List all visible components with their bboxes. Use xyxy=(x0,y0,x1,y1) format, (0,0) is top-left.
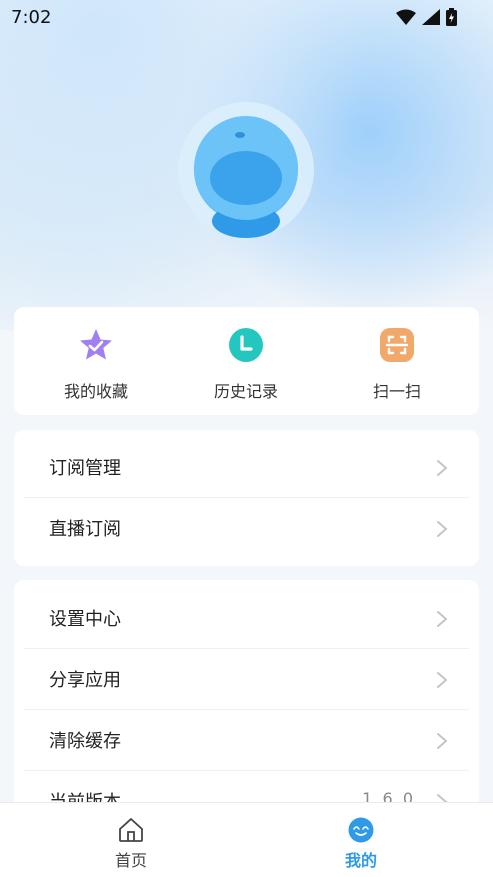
wifi-icon xyxy=(396,9,416,25)
quick-action-label: 历史记录 xyxy=(213,382,278,401)
status-icons xyxy=(396,8,457,26)
quick-actions-card: 我的收藏 历史记录 扫一扫 xyxy=(14,307,479,415)
menu-card-settings: 设置中心 分享应用 清除缓存 当前版本 1. 6. 0 xyxy=(14,580,479,830)
quick-action-label: 扫一扫 xyxy=(372,382,421,401)
menu-item-clear-cache[interactable]: 清除缓存 xyxy=(24,710,469,771)
quick-action-scan[interactable]: 扫一扫 xyxy=(322,307,472,415)
menu-item-label: 分享应用 xyxy=(49,670,121,691)
tab-mine[interactable]: 我的 xyxy=(296,803,426,877)
quick-action-label: 我的收藏 xyxy=(63,382,128,401)
chevron-right-icon xyxy=(437,460,448,476)
tab-label: 首页 xyxy=(114,851,147,870)
chevron-right-icon xyxy=(437,733,448,749)
chevron-right-icon xyxy=(437,672,448,688)
menu-card-subscriptions: 订阅管理 直播订阅 xyxy=(14,430,479,566)
status-bar: 7:02 xyxy=(0,0,493,34)
tab-label: 我的 xyxy=(344,851,377,870)
user-avatar[interactable] xyxy=(178,102,314,238)
status-time: 7:02 xyxy=(11,7,52,28)
menu-item-label: 订阅管理 xyxy=(49,458,121,479)
signal-icon xyxy=(422,9,440,25)
star-icon xyxy=(80,329,112,360)
menu-item-label: 设置中心 xyxy=(49,609,121,630)
menu-item-subscription-management[interactable]: 订阅管理 xyxy=(24,437,469,498)
battery-icon xyxy=(446,8,457,26)
home-icon xyxy=(119,818,143,842)
avatar-robot-icon xyxy=(194,116,298,238)
quick-action-history[interactable]: 历史记录 xyxy=(171,307,321,415)
menu-item-label: 直播订阅 xyxy=(49,519,121,540)
menu-item-live-subscription[interactable]: 直播订阅 xyxy=(24,498,469,559)
smiley-icon xyxy=(348,817,374,843)
menu-item-label: 清除缓存 xyxy=(49,731,121,752)
chevron-right-icon xyxy=(437,521,448,537)
chevron-right-icon xyxy=(437,611,448,627)
bottom-tab-bar: 首页 我的 xyxy=(0,802,493,877)
tab-home[interactable]: 首页 xyxy=(66,803,196,877)
menu-item-settings[interactable]: 设置中心 xyxy=(24,588,469,649)
scan-icon xyxy=(380,328,414,362)
menu-item-share-app[interactable]: 分享应用 xyxy=(24,649,469,710)
clock-icon xyxy=(229,328,263,362)
quick-action-favorites[interactable]: 我的收藏 xyxy=(21,307,171,415)
